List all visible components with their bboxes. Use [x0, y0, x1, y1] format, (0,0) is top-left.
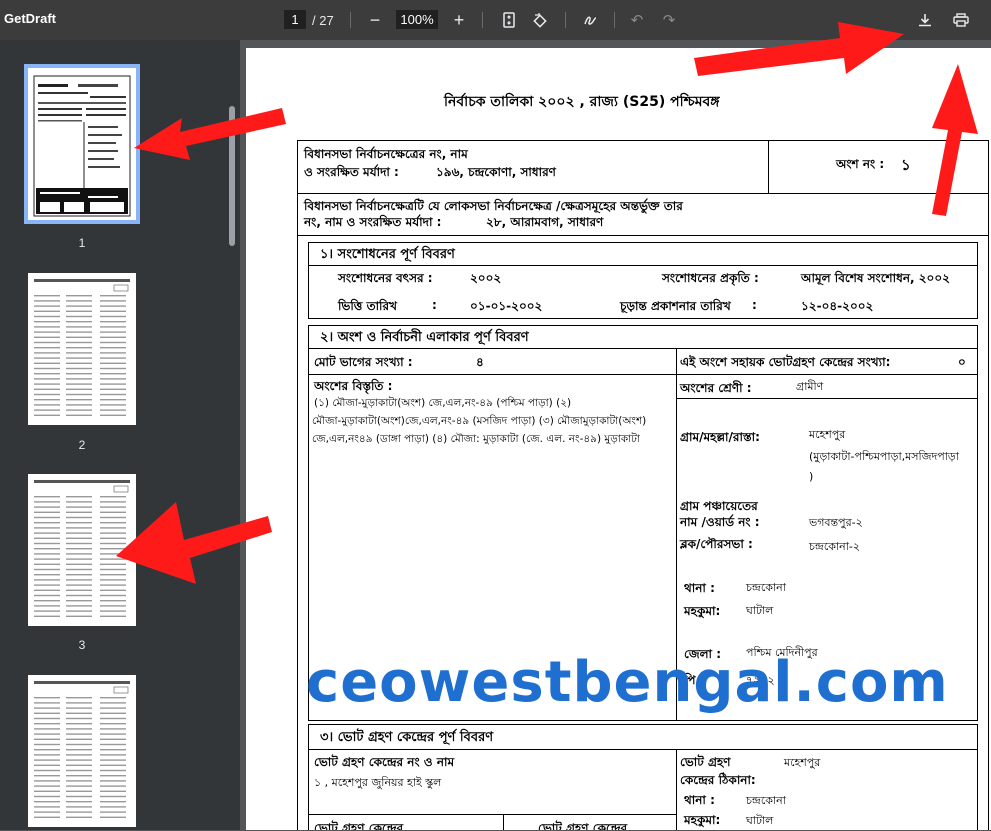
arrow-download-icon — [694, 22, 904, 76]
arrow-thumbnail-3-icon — [116, 502, 272, 584]
arrow-thumbnail-1-icon — [134, 108, 286, 160]
arrow-print-icon — [932, 64, 978, 216]
annotation-arrows — [116, 22, 978, 584]
